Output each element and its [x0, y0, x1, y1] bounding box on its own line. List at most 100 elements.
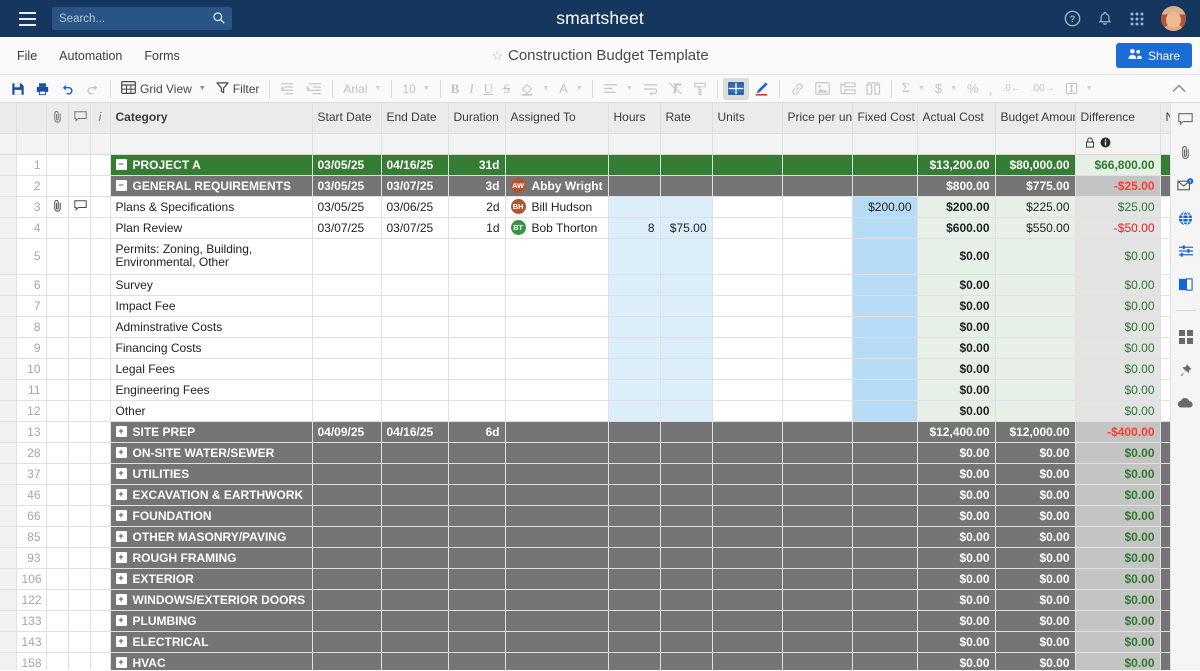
cell-budget-amount[interactable] [995, 400, 1075, 421]
row-attachment-indicator[interactable] [46, 154, 68, 175]
cell-start-date[interactable] [312, 568, 381, 589]
row-info-indicator[interactable] [90, 526, 110, 547]
cell-budget-amount[interactable]: $0.00 [995, 505, 1075, 526]
cell-units[interactable] [712, 337, 782, 358]
row-comment-indicator[interactable] [68, 568, 90, 589]
cell-category[interactable]: +ELECTRICAL [110, 631, 312, 652]
cell-category[interactable]: +EXTERIOR [110, 568, 312, 589]
publish-globe-icon[interactable] [1175, 208, 1197, 228]
cell-category[interactable]: −GENERAL REQUIREMENTS [110, 175, 312, 196]
cell-rate[interactable] [660, 547, 712, 568]
row-number[interactable]: 5 [16, 238, 46, 274]
cell-duration[interactable] [448, 358, 505, 379]
cell-assigned-to[interactable] [505, 154, 608, 175]
cell-units[interactable] [712, 379, 782, 400]
cell-actual-cost[interactable]: $800.00 [917, 175, 995, 196]
row-attachment-indicator[interactable] [46, 358, 68, 379]
sheet-grid[interactable]: i Category Start Date End Date Duration … [0, 103, 1170, 670]
cell-price-per-unit[interactable] [782, 652, 852, 670]
cell-budget-amount[interactable]: $0.00 [995, 568, 1075, 589]
cell-borders-icon[interactable] [723, 78, 749, 100]
row-number[interactable]: 11 [16, 379, 46, 400]
cell-duration[interactable] [448, 238, 505, 274]
cell-actual-cost[interactable]: $0.00 [917, 400, 995, 421]
row-info-indicator[interactable] [90, 154, 110, 175]
cell-end-date[interactable] [381, 295, 448, 316]
cell-duration[interactable] [448, 652, 505, 670]
cell-next[interactable] [1160, 196, 1170, 217]
cell-units[interactable] [712, 484, 782, 505]
cell-budget-amount[interactable]: $12,000.00 [995, 421, 1075, 442]
pin-icon[interactable] [1175, 360, 1197, 380]
cell-end-date[interactable]: 03/07/25 [381, 217, 448, 238]
cell-rate[interactable] [660, 379, 712, 400]
cell-start-date[interactable] [312, 295, 381, 316]
cell-rate[interactable] [660, 484, 712, 505]
cell-difference[interactable]: $0.00 [1075, 463, 1160, 484]
cell-budget-amount[interactable]: $0.00 [995, 484, 1075, 505]
row-number[interactable]: 28 [16, 442, 46, 463]
table-row[interactable]: 66+FOUNDATION$0.00$0.00$0.00 [0, 505, 1170, 526]
cell-rate[interactable] [660, 610, 712, 631]
cell-next[interactable] [1160, 358, 1170, 379]
row-attachment-indicator[interactable] [46, 526, 68, 547]
cell-next[interactable] [1160, 337, 1170, 358]
cell-difference[interactable]: $0.00 [1075, 442, 1160, 463]
cell-rate[interactable] [660, 568, 712, 589]
table-row[interactable]: 93+ROUGH FRAMING$0.00$0.00$0.00 [0, 547, 1170, 568]
cell-units[interactable] [712, 358, 782, 379]
row-attachment-indicator[interactable] [46, 463, 68, 484]
cell-fixed-cost[interactable] [852, 505, 917, 526]
cell-fixed-cost[interactable] [852, 547, 917, 568]
table-row[interactable]: 143+ELECTRICAL$0.00$0.00$0.00 [0, 631, 1170, 652]
cell-end-date[interactable] [381, 274, 448, 295]
cell-units[interactable] [712, 652, 782, 670]
row-drag-handle[interactable] [0, 400, 16, 421]
row-info-indicator[interactable] [90, 505, 110, 526]
cell-difference[interactable]: $0.00 [1075, 379, 1160, 400]
row-drag-handle[interactable] [0, 295, 16, 316]
cell-difference[interactable]: $0.00 [1075, 589, 1160, 610]
cell-actual-cost[interactable]: $0.00 [917, 379, 995, 400]
cell-next[interactable] [1160, 400, 1170, 421]
row-comment-indicator[interactable] [68, 316, 90, 337]
cell-price-per-unit[interactable] [782, 568, 852, 589]
row-drag-handle[interactable] [0, 217, 16, 238]
row-expander-toggle[interactable]: + [116, 468, 127, 479]
row-attachment-indicator[interactable] [46, 379, 68, 400]
row-drag-handle[interactable] [0, 316, 16, 337]
table-row[interactable]: 9Financing Costs$0.00$0.00 [0, 337, 1170, 358]
cell-budget-amount[interactable] [995, 337, 1075, 358]
cell-category[interactable]: Engineering Fees [110, 379, 312, 400]
row-comment-indicator[interactable] [68, 217, 90, 238]
help-circle-icon[interactable]: ? [1064, 10, 1081, 27]
row-expander-toggle[interactable]: − [116, 159, 127, 170]
cell-price-per-unit[interactable] [782, 589, 852, 610]
cell-actual-cost[interactable]: $0.00 [917, 463, 995, 484]
row-attachment-indicator[interactable] [46, 652, 68, 670]
cell-budget-amount[interactable]: $775.00 [995, 175, 1075, 196]
cell-difference[interactable]: -$50.00 [1075, 217, 1160, 238]
row-drag-handle[interactable] [0, 547, 16, 568]
row-attachment-indicator[interactable] [46, 274, 68, 295]
cell-actual-cost[interactable]: $0.00 [917, 316, 995, 337]
row-number[interactable]: 46 [16, 484, 46, 505]
cell-hours[interactable] [608, 238, 660, 274]
row-number[interactable]: 133 [16, 610, 46, 631]
row-info-indicator[interactable] [90, 442, 110, 463]
cell-budget-amount[interactable]: $0.00 [995, 526, 1075, 547]
cell-start-date[interactable] [312, 274, 381, 295]
row-attachment-indicator[interactable] [46, 589, 68, 610]
cell-difference[interactable]: -$400.00 [1075, 421, 1160, 442]
row-attachment-indicator[interactable] [46, 400, 68, 421]
cell-hours[interactable] [608, 421, 660, 442]
cell-difference[interactable]: $66,800.00 [1075, 154, 1160, 175]
cell-actual-cost[interactable]: $0.00 [917, 337, 995, 358]
row-attachment-indicator[interactable] [46, 196, 68, 217]
row-number[interactable]: 13 [16, 421, 46, 442]
table-row[interactable]: 12Other$0.00$0.00 [0, 400, 1170, 421]
cell-next[interactable] [1160, 274, 1170, 295]
row-drag-handle[interactable] [0, 610, 16, 631]
cell-units[interactable] [712, 505, 782, 526]
cell-fixed-cost[interactable] [852, 337, 917, 358]
